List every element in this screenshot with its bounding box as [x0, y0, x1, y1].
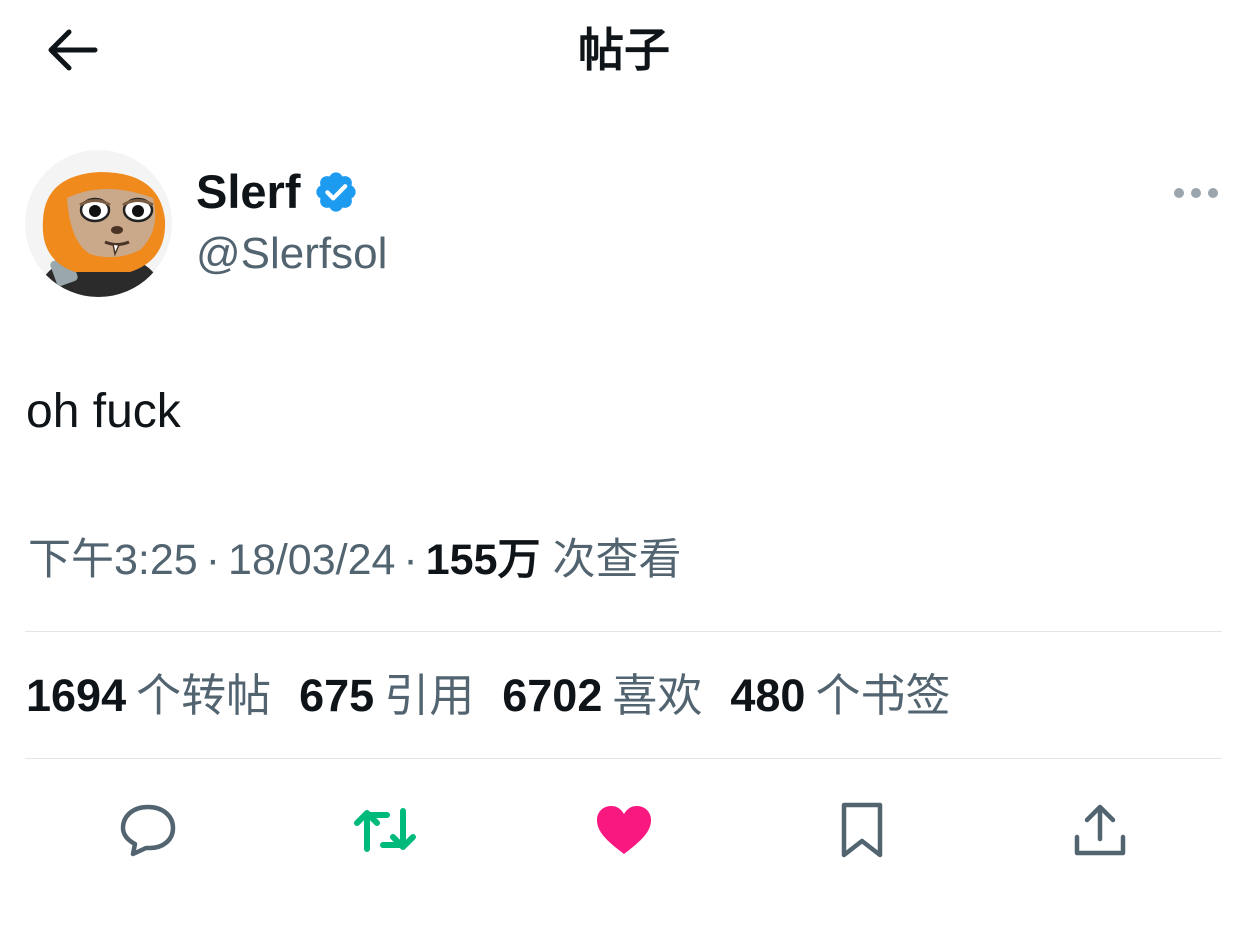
tweet-meta: 下午3:25 · 18/03/24 · 155万 次查看: [28, 530, 681, 590]
tweet-text: oh fuck: [26, 385, 181, 438]
views-count: 155万: [425, 536, 541, 584]
divider: [25, 758, 1222, 759]
meta-separator: ·: [403, 536, 418, 584]
arrow-left-icon: [48, 29, 98, 71]
divider: [25, 631, 1222, 632]
stat-likes[interactable]: 6702 喜欢: [502, 665, 702, 727]
stat-quotes[interactable]: 675 引用: [299, 665, 474, 727]
share-icon: [1074, 804, 1126, 856]
like-button[interactable]: [584, 790, 664, 870]
reply-button[interactable]: [108, 790, 188, 870]
stat-reposts[interactable]: 1694 个转帖: [26, 665, 271, 727]
share-button[interactable]: [1060, 790, 1140, 870]
stat-count: 675: [299, 670, 375, 721]
reply-icon: [120, 804, 176, 857]
stat-label: 引用: [384, 670, 475, 721]
back-button[interactable]: [36, 20, 106, 80]
sloth-avatar-image: [25, 150, 172, 297]
stat-bookmarks[interactable]: 480 个书签: [730, 665, 950, 727]
page-title: 帖子: [578, 24, 670, 76]
more-options-button[interactable]: [1168, 168, 1224, 218]
stat-count: 6702: [502, 670, 603, 721]
author-handle[interactable]: @Slerfsol: [196, 225, 387, 283]
tweet-date[interactable]: 18/03/24: [228, 536, 395, 584]
stat-count: 480: [730, 670, 806, 721]
retweet-button[interactable]: [345, 790, 425, 870]
author-name[interactable]: Slerf: [196, 163, 359, 221]
bookmark-icon: [841, 802, 883, 858]
heart-icon: [597, 806, 651, 854]
stat-label: 喜欢: [612, 670, 703, 721]
views-label: 次查看: [552, 536, 682, 584]
verified-badge-icon: [315, 172, 356, 212]
stat-count: 1694: [26, 670, 127, 721]
engagement-stats: 1694 个转帖 675 引用 6702 喜欢 480 个书签: [26, 665, 950, 727]
stat-label: 个转帖: [136, 670, 272, 721]
retweet-icon: [354, 808, 416, 852]
tweet-time[interactable]: 下午3:25: [28, 536, 198, 584]
meta-separator: ·: [205, 536, 221, 584]
author-name-label: Slerf: [196, 165, 301, 218]
bookmark-button[interactable]: [822, 790, 902, 870]
ellipsis-icon: [1174, 188, 1218, 198]
avatar[interactable]: [25, 150, 172, 297]
stat-label: 个书签: [815, 670, 951, 721]
